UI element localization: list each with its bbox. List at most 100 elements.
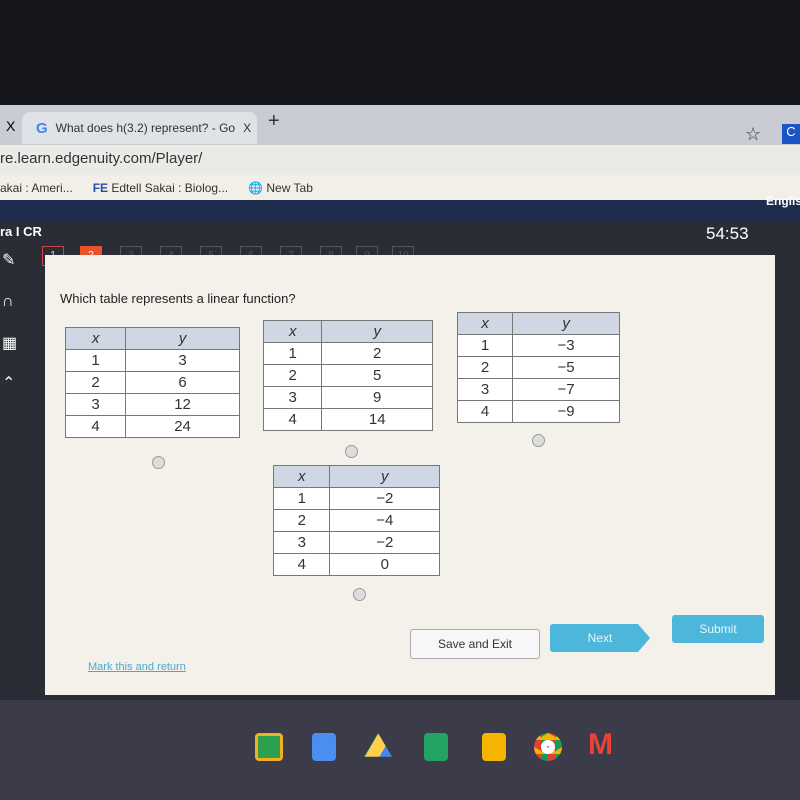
table-row: 39 [262,386,433,409]
table-row: 3 −7 [456,378,620,401]
cell: 3 [64,393,127,416]
next-button[interactable]: Next [550,624,650,652]
cell: 1 [64,349,127,372]
header-y: y [321,320,433,343]
cell: 5 [321,364,433,387]
table-row: 4 14 [262,408,433,431]
table-row: 2 −4 [272,509,440,532]
cell: 4 [272,553,331,576]
radio-option-b[interactable] [345,445,358,458]
cell: −9 [512,400,620,423]
cell: 0 [329,553,440,576]
profile-icon[interactable]: C [782,124,800,144]
radio-option-a[interactable] [152,456,165,469]
cell: 1 [272,487,331,510]
table-row: 26 [64,371,240,394]
table-row: 4 24 [64,415,240,438]
site-header: Englis [0,194,800,222]
star-icon[interactable]: ☆ [745,124,761,145]
timer: 54:53 [706,224,749,243]
google-icon: G [36,119,48,137]
table-row: 25 [262,364,433,387]
radio-option-d[interactable] [353,588,366,601]
cell: 3 [456,378,514,401]
fe-icon: FE [92,181,112,195]
language-selector[interactable]: Englis [766,194,800,208]
cell: −2 [329,487,440,510]
cell: −2 [329,531,440,554]
submit-button[interactable]: Submit [672,615,764,643]
table-row: 2 −5 [456,356,620,379]
cell: 9 [321,386,433,409]
table-row: 40 [272,553,440,576]
bookmark-label: New Tab [266,181,313,195]
table-row: 13 [64,349,240,372]
taskbar [0,700,800,800]
header-y: y [329,465,440,488]
cell: 1 [456,334,514,357]
bookmark[interactable]: 🌐 New Tab [248,181,313,195]
table-option-c: xy 1 −3 2 −5 3 −7 4 −9 [456,312,620,423]
header-x: x [262,320,323,343]
table-row: 12 [262,342,433,365]
mark-and-return-link[interactable]: Mark this and return [88,661,186,673]
new-tab-button[interactable]: + [268,110,280,133]
tab-title: What does h(3.2) represent? - Go [55,121,236,135]
cell: 3 [272,531,331,554]
cell: 12 [125,393,240,416]
cell: 3 [125,349,240,372]
cell: 3 [262,386,323,409]
tab-close-button[interactable]: X [243,121,251,135]
classroom-icon[interactable] [255,733,283,761]
table-option-b: xy 12 25 39 4 14 [262,320,433,431]
cell: 2 [262,364,323,387]
table-row: 1 −3 [456,334,620,357]
pencil-icon[interactable]: ✎ [2,250,24,269]
docs-icon[interactable] [312,733,336,761]
cell: 6 [125,371,240,394]
table-row: 3 12 [64,393,240,416]
header-x: x [64,327,127,350]
cell: 24 [125,415,240,438]
browser-tab[interactable]: G What does h(3.2) represent? - Go X [22,112,257,144]
globe-icon: 🌐 [248,181,267,195]
table-option-a: xy 13 26 3 12 4 24 [64,327,240,438]
bookmark[interactable]: FE Edtell Sakai : Biolog... [93,181,228,195]
cell: 4 [456,400,514,423]
cell: −5 [512,356,620,379]
header-x: x [456,312,514,335]
cell: −4 [329,509,440,532]
cell: 14 [321,408,433,431]
radio-option-c[interactable] [532,434,545,447]
header-y: y [125,327,240,350]
chrome-icon[interactable] [534,733,562,761]
table-row: 1 −2 [272,487,440,510]
calculator-icon[interactable]: ▦ [2,333,24,352]
cell: 2 [64,371,127,394]
close-tab-button[interactable]: X [6,118,15,134]
url-text: re.learn.edgenuity.com/Player/ [0,150,203,167]
headphones-icon[interactable]: ∩ [2,293,24,311]
course-title: ra I CR [0,224,42,239]
table-row: 4 −9 [456,400,620,423]
gmail-icon[interactable]: M [588,728,616,761]
cell: 4 [64,415,127,438]
sheets-icon[interactable] [424,733,448,761]
address-bar[interactable]: re.learn.edgenuity.com/Player/ [0,145,800,177]
save-and-exit-button[interactable]: Save and Exit [410,629,540,659]
header-y: y [512,312,620,335]
question-text: Which table represents a linear function… [60,291,296,306]
collapse-icon[interactable]: ⌃ [2,373,24,392]
cell: 2 [456,356,514,379]
cell: −7 [512,378,620,401]
table-row: 3 −2 [272,531,440,554]
header-x: x [272,465,331,488]
bookmark[interactable]: akai : Ameri... [0,181,73,195]
cell: 1 [262,342,323,365]
cell: 2 [321,342,433,365]
bookmarks-bar: akai : Ameri... FE Edtell Sakai : Biolog… [0,175,800,201]
slides-icon[interactable] [482,733,506,761]
cell: 4 [262,408,323,431]
cell: 2 [272,509,331,532]
table-option-d: xy 1 −2 2 −4 3 −2 40 [272,465,440,576]
